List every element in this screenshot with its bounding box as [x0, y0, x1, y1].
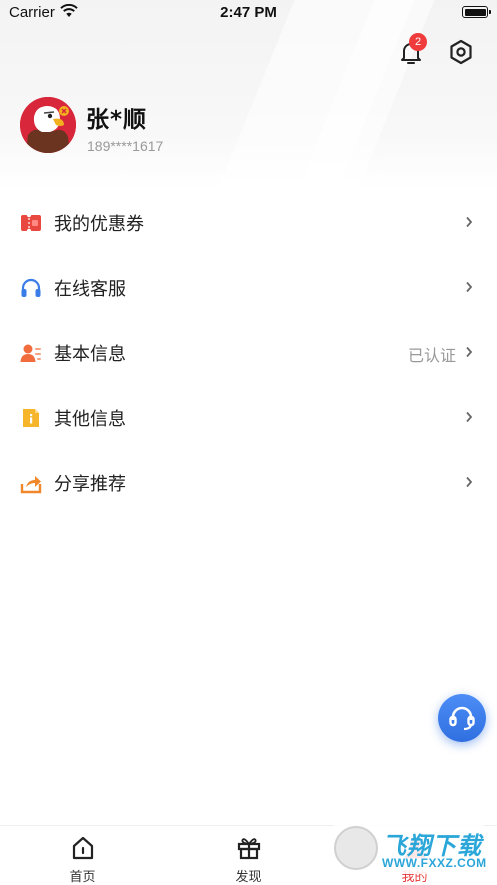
user-name: 张*顺: [86, 107, 148, 133]
gift-icon: [237, 838, 261, 860]
headset-icon: [21, 278, 41, 297]
share-icon: [20, 476, 42, 494]
settings-hexagon-icon: [450, 39, 472, 65]
menu-list: 我的优惠券 在线客服 基本信息 已认证 其他信息 分享推荐: [0, 190, 497, 515]
chevron-right-icon: [466, 476, 473, 488]
notification-badge: 2: [409, 33, 427, 51]
chevron-right-icon: [466, 281, 473, 293]
info-doc-icon: [23, 409, 39, 427]
menu-item-basic-info[interactable]: 基本信息 已认证: [0, 320, 497, 385]
settings-button[interactable]: [447, 38, 475, 66]
status-bar: Carrier 2:47 PM: [0, 0, 497, 26]
tab-home[interactable]: 首页: [0, 826, 165, 885]
menu-item-label: 基本信息: [54, 344, 126, 365]
verified-status: 已认证: [407, 346, 456, 365]
menu-item-coupons[interactable]: 我的优惠券: [0, 190, 497, 255]
site-watermark: 飞翔下载 WWW.FXXZ.COM: [332, 824, 486, 874]
user-info-icon: [20, 344, 41, 362]
tab-label: 首页: [69, 870, 96, 885]
chevron-right-icon: [466, 216, 473, 228]
coupon-icon: [21, 212, 41, 234]
menu-item-share[interactable]: 分享推荐: [0, 450, 497, 515]
menu-item-other-info[interactable]: 其他信息: [0, 385, 497, 450]
home-icon: [72, 836, 94, 860]
tab-label: 发现: [235, 870, 262, 885]
menu-item-label: 其他信息: [54, 409, 126, 430]
avatar[interactable]: [20, 97, 76, 153]
battery-icon: [462, 6, 491, 18]
floating-customer-service-button[interactable]: [438, 694, 486, 742]
menu-item-label: 我的优惠券: [54, 214, 144, 235]
profile-header-background: [0, 0, 497, 190]
chevron-right-icon: [466, 346, 473, 358]
status-time: 2:47 PM: [220, 4, 277, 21]
menu-item-online-service[interactable]: 在线客服: [0, 255, 497, 320]
eagle-avatar-icon: [20, 97, 76, 153]
tab-discover[interactable]: 发现: [166, 826, 331, 885]
watermark-url: WWW.FXXZ.COM: [382, 856, 487, 870]
headset-icon: [449, 706, 475, 731]
user-phone: 189****1617: [87, 138, 164, 154]
watermark-logo-icon: [334, 826, 378, 870]
menu-item-label: 分享推荐: [54, 474, 126, 495]
menu-item-label: 在线客服: [54, 279, 126, 300]
chevron-right-icon: [466, 411, 473, 423]
